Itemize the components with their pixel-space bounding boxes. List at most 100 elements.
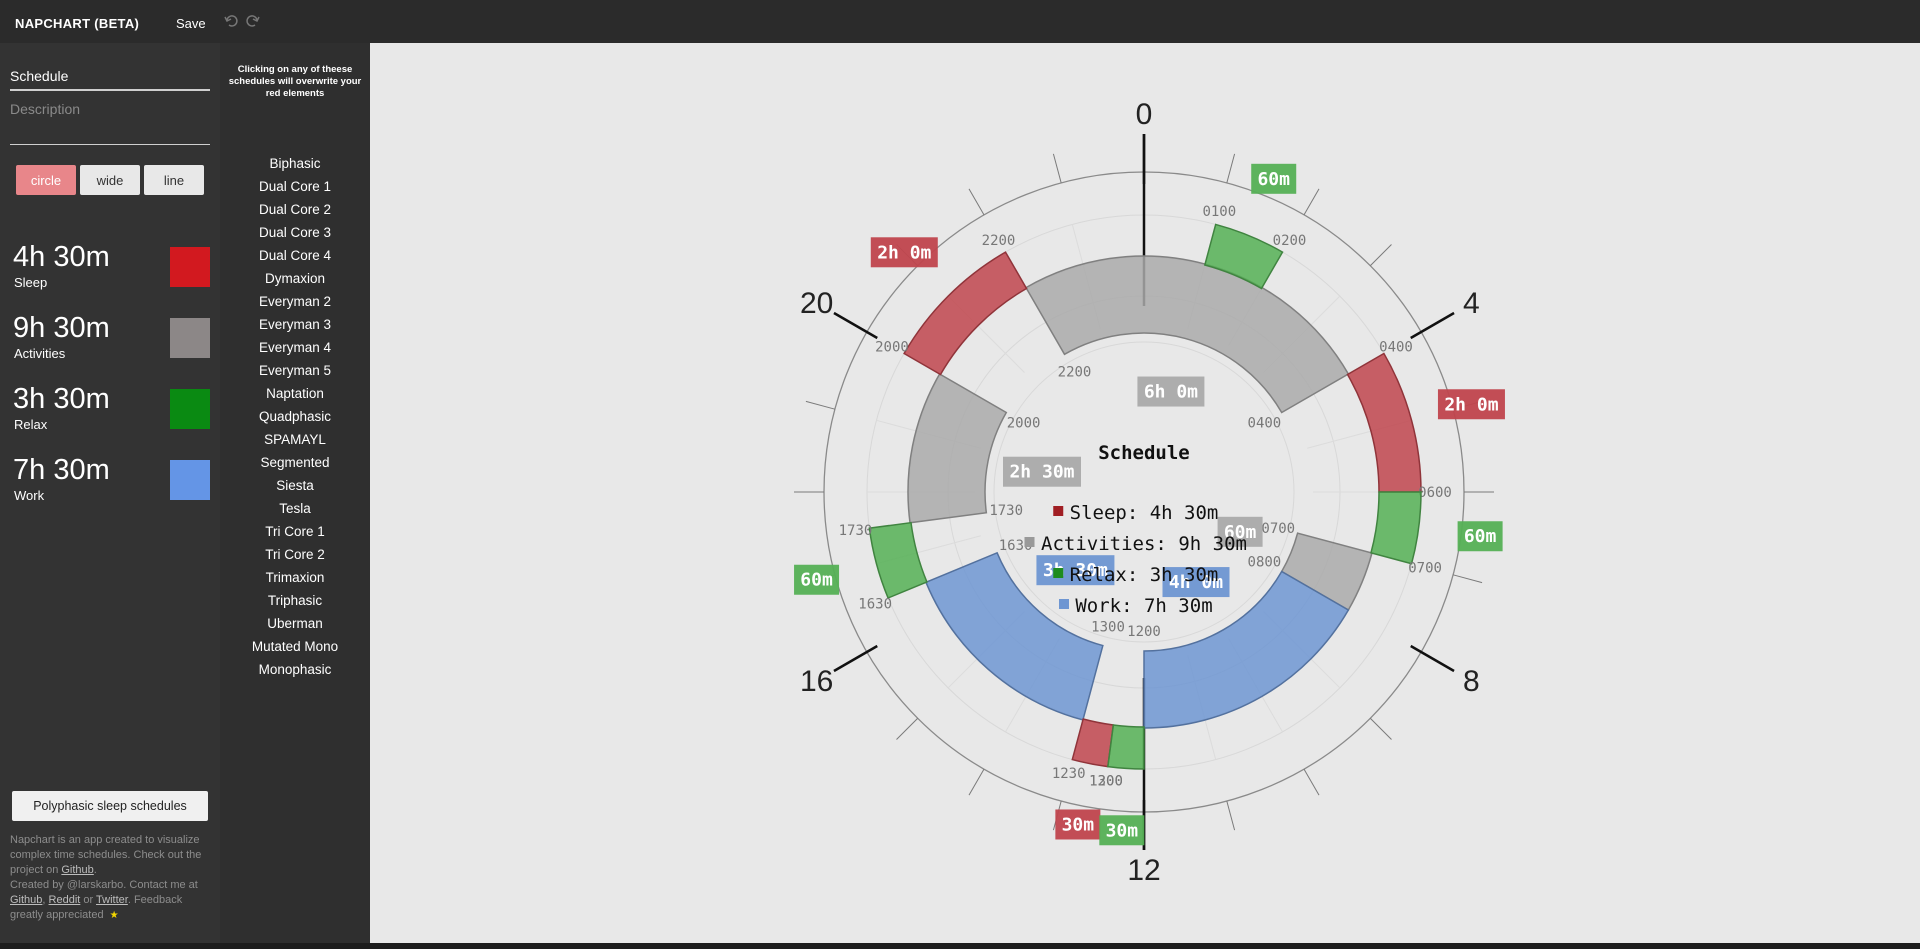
- category-time: 3h 30m: [13, 383, 110, 415]
- color-swatch[interactable]: [170, 247, 210, 287]
- element-end-time: 0200: [1273, 233, 1307, 249]
- category-activities[interactable]: 9h 30m Activities: [13, 312, 213, 370]
- color-swatch[interactable]: [170, 318, 210, 358]
- duration-badge-text: 60m: [1257, 169, 1290, 190]
- category-relax[interactable]: 3h 30m Relax: [13, 383, 213, 441]
- schedule-item[interactable]: Mutated Mono: [220, 639, 370, 654]
- duration-badge: 30m: [1055, 809, 1101, 840]
- legend-entry: Activities: 9h 30m: [1041, 533, 1247, 555]
- schedule-element-activities: [907, 372, 1008, 524]
- duration-badge: 30m: [1099, 815, 1145, 846]
- legend-swatch: [1053, 506, 1064, 516]
- category-label: Work: [14, 488, 45, 503]
- schedule-element-relax: [868, 521, 928, 599]
- schedule-item[interactable]: Dual Core 3: [220, 225, 370, 240]
- element-start-time: 1300: [1091, 619, 1125, 635]
- schedule-item[interactable]: Biphasic: [220, 156, 370, 171]
- polyphasic-schedules-button[interactable]: Polyphasic sleep schedules: [12, 791, 208, 821]
- napchart-canvas[interactable]: 0 4 8 12 16 20 2200 0400 6h 0m 1730 2000 2h 30m 0700…: [370, 43, 1920, 943]
- schedule-list: Clicking on any of theese schedules will…: [220, 43, 370, 943]
- twitter-link[interactable]: Twitter: [96, 894, 128, 906]
- element-start-time: 0100: [1202, 204, 1236, 220]
- hour-tick: [1303, 188, 1320, 216]
- github-link[interactable]: Github: [10, 894, 42, 906]
- schedule-item[interactable]: Tri Core 2: [220, 547, 370, 562]
- hour-label: 20: [800, 287, 833, 320]
- schedule-item[interactable]: Monophasic: [220, 662, 370, 677]
- bottom-bar: [0, 943, 1920, 949]
- legend-swatch: [1059, 599, 1069, 609]
- element-start-time: 2200: [1058, 365, 1092, 381]
- element-end-time: 0400: [1248, 416, 1282, 432]
- footer-text: Created by @larskarbo. Contact me at: [10, 879, 198, 891]
- schedule-item[interactable]: Tri Core 1: [220, 524, 370, 539]
- hour-label: 8: [1463, 665, 1480, 698]
- duration-badge: 60m: [1251, 163, 1297, 194]
- schedule-item[interactable]: Dual Core 1: [220, 179, 370, 194]
- color-swatch[interactable]: [170, 389, 210, 429]
- schedule-element-relax: [1107, 724, 1145, 770]
- schedule-item[interactable]: SPAMAYL: [220, 432, 370, 447]
- shape-line-button[interactable]: line: [144, 165, 204, 195]
- duration-badge-text: 2h 0m: [1444, 394, 1498, 415]
- save-button[interactable]: Save: [176, 16, 206, 31]
- color-swatch[interactable]: [170, 460, 210, 500]
- schedule-item[interactable]: Naptation: [220, 386, 370, 401]
- footer-text: .: [93, 864, 97, 876]
- hour-tick: [1303, 768, 1320, 796]
- schedule-title-input[interactable]: [10, 63, 210, 91]
- element-end-time: 1200: [1127, 624, 1161, 640]
- category-time: 7h 30m: [13, 454, 110, 486]
- duration-badge-text: 60m: [800, 570, 833, 591]
- duration-badge-text: 6h 0m: [1144, 382, 1198, 403]
- schedule-item[interactable]: Quadphasic: [220, 409, 370, 424]
- schedule-item[interactable]: Siesta: [220, 478, 370, 493]
- hour-tick: [805, 400, 836, 410]
- redo-icon[interactable]: [244, 13, 260, 29]
- footer-text: Napchart is an app created to visualize …: [10, 834, 202, 876]
- shape-circle-button[interactable]: circle: [16, 165, 76, 195]
- element-end-time: 1730: [839, 523, 873, 539]
- schedule-item[interactable]: Everyman 4: [220, 340, 370, 355]
- category-time: 9h 30m: [13, 312, 110, 344]
- hour-tick: [1369, 244, 1392, 267]
- schedule-item[interactable]: Everyman 5: [220, 363, 370, 378]
- legend-entry: Sleep: 4h 30m: [1070, 502, 1219, 524]
- left-panel: circle wide line 4h 30m Sleep 9h 30m Act…: [0, 43, 220, 943]
- category-work[interactable]: 7h 30m Work: [13, 454, 213, 512]
- schedule-item[interactable]: Everyman 3: [220, 317, 370, 332]
- duration-badge: 2h 0m: [870, 237, 938, 268]
- github-link[interactable]: Github: [61, 864, 93, 876]
- description-input[interactable]: [10, 101, 210, 145]
- schedule-item[interactable]: Everyman 2: [220, 294, 370, 309]
- schedule-item[interactable]: Tesla: [220, 501, 370, 516]
- footer-text: or: [80, 894, 97, 906]
- reddit-link[interactable]: Reddit: [49, 894, 81, 906]
- category-sleep[interactable]: 4h 30m Sleep: [13, 241, 213, 299]
- chart-area[interactable]: 0 4 8 12 16 20 2200 0400 6h 0m 1730 2000 2h 30m 0700…: [370, 43, 1920, 943]
- schedule-item[interactable]: Dual Core 4: [220, 248, 370, 263]
- duration-badge-text: 30m: [1062, 814, 1095, 835]
- schedule-item[interactable]: Uberman: [220, 616, 370, 631]
- element-start-time: 0700: [1261, 521, 1295, 537]
- duration-badge-text: 2h 0m: [877, 242, 931, 263]
- category-label: Activities: [14, 346, 66, 361]
- schedule-item[interactable]: Triphasic: [220, 593, 370, 608]
- element-start-time: 1630: [858, 596, 892, 612]
- duration-badge: 2h 0m: [1437, 389, 1505, 420]
- schedule-item[interactable]: Segmented: [220, 455, 370, 470]
- schedule-item[interactable]: Dymaxion: [220, 271, 370, 286]
- schedule-item[interactable]: Trimaxion: [220, 570, 370, 585]
- hour-tick: [968, 768, 985, 796]
- duration-badge: 2h 30m: [1002, 456, 1081, 487]
- element-end-time: 0700: [1408, 560, 1442, 576]
- category-label: Sleep: [14, 275, 48, 290]
- duration-badge-text: 60m: [1464, 526, 1497, 547]
- duration-badge: 60m: [794, 564, 840, 595]
- shape-wide-button[interactable]: wide: [80, 165, 140, 195]
- schedule-item[interactable]: Dual Core 2: [220, 202, 370, 217]
- chart-title: Schedule: [1098, 442, 1190, 464]
- undo-icon[interactable]: [224, 13, 240, 29]
- category-label: Relax: [14, 417, 48, 432]
- top-bar: NAPCHART (BETA) Save: [0, 0, 1920, 43]
